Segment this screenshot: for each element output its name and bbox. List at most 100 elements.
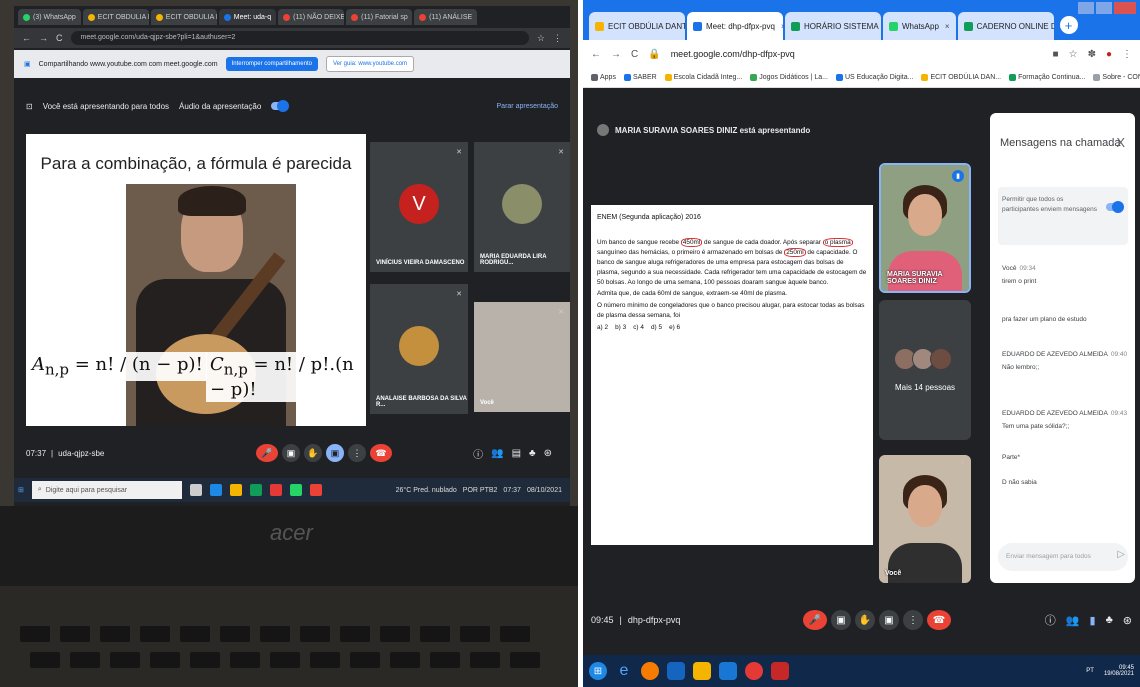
- folder-icon[interactable]: [229, 484, 242, 496]
- chrome-icon[interactable]: [269, 484, 282, 496]
- firefox-icon[interactable]: [641, 662, 659, 680]
- app-icon[interactable]: [309, 484, 322, 496]
- bookmark-item[interactable]: Formação Continua...: [1009, 74, 1085, 81]
- app-icon[interactable]: [771, 662, 789, 680]
- browser-tab[interactable]: Meet: dhp-dfpx-pvq ×: [687, 12, 783, 40]
- participant-tile[interactable]: ✕ ANALAISE BARBOSA DA SILVA R...: [370, 284, 468, 414]
- back-icon[interactable]: ←: [591, 49, 601, 60]
- folder-icon[interactable]: [693, 662, 711, 680]
- more-options-button[interactable]: ⋮: [348, 444, 366, 462]
- host-controls-icon[interactable]: ⊛: [1123, 614, 1132, 627]
- participant-tile[interactable]: ✕ MARIA EDUARDA LIRA RODRIGU...: [474, 142, 570, 272]
- bookmark-item[interactable]: Sobre - CONEDU e...: [1093, 74, 1140, 81]
- chat-icon[interactable]: ▤: [512, 448, 521, 459]
- participant-tile[interactable]: ✕ V VINÍCIUS VIEIRA DAMASCENO: [370, 142, 468, 272]
- store-icon[interactable]: [249, 484, 262, 496]
- url-field[interactable]: meet.google.com/uda-qjpz-sbe?pli=1&authu…: [70, 31, 529, 45]
- bookmark-item[interactable]: Jogos Didáticos | La...: [750, 74, 828, 81]
- browser-tab[interactable]: ECIT OBDULIA D: [82, 9, 149, 25]
- maximize-button[interactable]: [1096, 2, 1112, 14]
- windows-start-icon[interactable]: ⊞: [18, 486, 24, 494]
- activities-icon[interactable]: ♣: [529, 448, 536, 459]
- bookmark-item[interactable]: Apps: [591, 74, 616, 81]
- browser-tab[interactable]: WhatsApp ×: [883, 12, 956, 40]
- raise-hand-button[interactable]: ✋: [855, 610, 875, 630]
- mic-button[interactable]: 🎤: [803, 610, 827, 630]
- task-view-icon[interactable]: [189, 484, 202, 496]
- word-icon[interactable]: [667, 662, 685, 680]
- people-icon[interactable]: 👥: [491, 448, 503, 459]
- star-icon[interactable]: ☆: [537, 33, 545, 44]
- taskbar-search[interactable]: ⌕ Digite aqui para pesquisar: [31, 481, 182, 499]
- ie-icon[interactable]: e: [615, 662, 633, 680]
- minimize-button[interactable]: [1078, 2, 1094, 14]
- mic-button[interactable]: 🎤: [256, 444, 278, 462]
- profile-icon[interactable]: ●: [1106, 49, 1112, 60]
- allow-messages-toggle[interactable]: [1106, 201, 1124, 213]
- reload-icon[interactable]: C: [631, 49, 638, 60]
- close-tab-icon[interactable]: ×: [945, 22, 950, 31]
- reload-icon[interactable]: C: [56, 33, 63, 43]
- edge-icon[interactable]: [209, 484, 222, 496]
- info-icon[interactable]: ⓘ: [1045, 612, 1056, 628]
- audio-toggle[interactable]: [271, 100, 290, 112]
- formula-combination: Cn,p = n! / p!.(n − p)!: [206, 352, 366, 402]
- close-window-button[interactable]: [1114, 2, 1136, 14]
- browser-tab[interactable]: ECIT OBDÚLIA DANTAS: Horá×: [589, 12, 685, 40]
- stop-presenting-button[interactable]: Parar apresentação: [497, 103, 558, 110]
- more-options-button[interactable]: ⋮: [903, 610, 923, 630]
- raise-hand-button[interactable]: ✋: [304, 444, 322, 462]
- bookmark-item[interactable]: US Educação Digita...: [835, 74, 913, 81]
- self-view-tile[interactable]: ✕ Você: [474, 302, 570, 412]
- browser-tab[interactable]: (11) NÃO DEIXE: [278, 9, 345, 25]
- chat-icon[interactable]: ▮: [1090, 614, 1096, 627]
- camera-button[interactable]: ▣: [282, 444, 300, 462]
- meeting-code: dhp-dfpx-pvq: [627, 615, 681, 625]
- forward-icon[interactable]: →: [39, 33, 48, 43]
- end-call-button[interactable]: ☎: [370, 444, 392, 462]
- presenter-banner: MARIA SURAVIA SOARES DINIZ está apresent…: [597, 124, 810, 136]
- activities-icon[interactable]: ♣: [1106, 614, 1113, 626]
- windows-start-icon[interactable]: ⊞: [589, 662, 607, 680]
- camera-in-use-icon[interactable]: ■: [1053, 49, 1059, 60]
- browser-tab[interactable]: CADERNO ONLINE DE TUTOI×: [957, 12, 1054, 40]
- extensions-icon[interactable]: ⋮: [553, 33, 562, 44]
- menu-icon[interactable]: ⋮: [1122, 49, 1132, 60]
- browser-tab[interactable]: (11) ANÁLISE: [414, 9, 478, 25]
- self-view-tile[interactable]: ⋮ Você: [879, 455, 971, 583]
- bookmark-item[interactable]: Escola Cidadã Integ...: [664, 74, 742, 81]
- presenter-tile[interactable]: ▮ MARIA SURAVIA SOARES DINIZ: [879, 163, 971, 293]
- view-tab-button[interactable]: Ver guia: www.youtube.com: [325, 56, 415, 72]
- more-options-icon[interactable]: ⋮: [959, 460, 966, 468]
- back-icon[interactable]: ←: [22, 33, 31, 43]
- docs-icon[interactable]: [719, 662, 737, 680]
- people-icon[interactable]: 👥: [1066, 614, 1080, 627]
- host-controls-icon[interactable]: ⊛: [544, 448, 552, 459]
- message-text: D não sabia: [1002, 479, 1037, 486]
- info-icon[interactable]: ⓘ: [473, 446, 483, 461]
- forward-icon[interactable]: →: [611, 49, 621, 60]
- close-tab-icon[interactable]: ×: [781, 22, 783, 31]
- browser-tab[interactable]: HORÁRIO SISTEMA SABER - P×: [785, 12, 881, 40]
- browser-tab[interactable]: (3) WhatsApp: [18, 9, 81, 25]
- close-icon[interactable]: X: [1116, 135, 1125, 150]
- more-participants-tile[interactable]: Mais 14 pessoas: [879, 300, 971, 440]
- extensions-icon[interactable]: ✽: [1088, 49, 1096, 60]
- browser-tab[interactable]: Meet: uda-q: [218, 9, 277, 25]
- new-tab-button[interactable]: +: [1059, 16, 1078, 34]
- present-button[interactable]: ▣: [326, 444, 344, 462]
- whatsapp-icon[interactable]: [289, 484, 302, 496]
- camera-button[interactable]: ▣: [831, 610, 851, 630]
- present-button[interactable]: ▣: [879, 610, 899, 630]
- bookmark-item[interactable]: ECIT OBDÚLIA DAN...: [921, 74, 1001, 81]
- browser-tab[interactable]: (11) Fatorial sp: [346, 9, 413, 25]
- browser-tab[interactable]: ECIT OBDULIA D: [150, 9, 217, 25]
- bookmark-item[interactable]: SABER: [623, 74, 657, 81]
- url-field[interactable]: meet.google.com/dhp-dfpx-pvq: [671, 49, 1043, 59]
- star-icon[interactable]: ☆: [1069, 49, 1078, 60]
- end-call-button[interactable]: ☎: [927, 610, 951, 630]
- interrupt-sharing-button[interactable]: Interromper compartilhamento: [225, 57, 318, 71]
- chat-input[interactable]: Enviar mensagem para todos: [998, 543, 1128, 571]
- chrome-icon[interactable]: [745, 662, 763, 680]
- send-icon[interactable]: ▷: [1117, 549, 1125, 560]
